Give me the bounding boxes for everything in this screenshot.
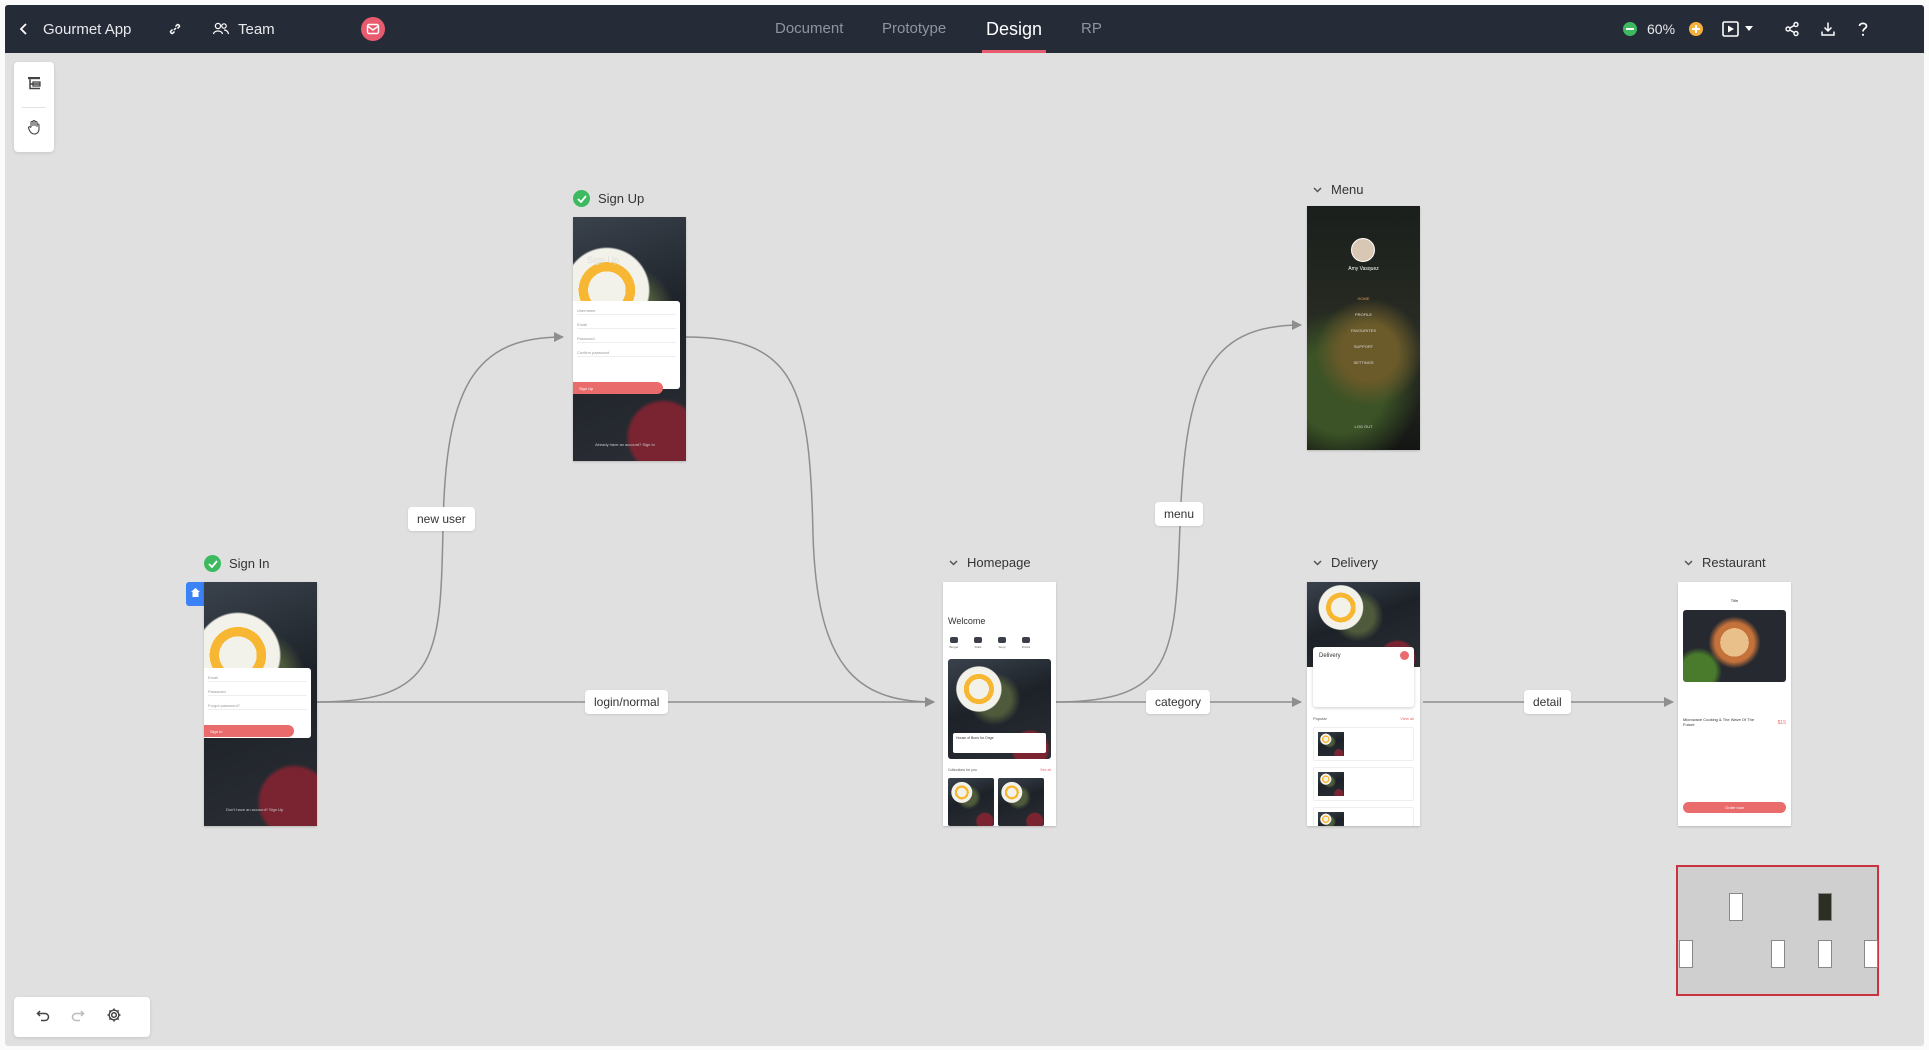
- restaurant-image: [1683, 610, 1786, 682]
- screen-thumbnail-menu[interactable]: Amy Vasquez HOME PROFILE FAVOURITES SUPP…: [1307, 206, 1420, 450]
- form-field: Password: [208, 682, 307, 696]
- minimap-frame: [1771, 940, 1785, 968]
- menu-logout: LOG OUT: [1354, 424, 1373, 429]
- signup-footer: Already have an account? Sign In: [595, 442, 655, 447]
- homepage-welcome: Welcome: [948, 616, 986, 626]
- restaurant-price: $15: [1777, 720, 1786, 726]
- chevron-down-icon: [947, 559, 959, 566]
- screen-thumbnail-homepage[interactable]: Welcome Burger Rolls Soup Drinks House o…: [943, 582, 1056, 826]
- signup-button: Sign Up: [573, 382, 663, 394]
- menu-user-name: Amy Vasquez: [1348, 266, 1379, 272]
- check-icon: [204, 555, 221, 572]
- signup-form: Username Email Password Confirm password: [573, 301, 680, 389]
- menu-item: PROFILE: [1354, 312, 1373, 317]
- list-item: [1313, 807, 1414, 826]
- screen-title-label: Restaurant: [1702, 555, 1766, 570]
- signup-heading: Sign Up: [587, 255, 620, 265]
- connector-label-category[interactable]: category: [1146, 690, 1211, 714]
- form-field: Email: [208, 668, 307, 682]
- close-icon: [1400, 651, 1409, 660]
- minimap-frame: [1729, 893, 1743, 921]
- signin-footer: Don't have an account? Sign Up: [226, 807, 284, 812]
- menu-item: SUPPORT: [1353, 344, 1374, 349]
- collection-image: [948, 778, 994, 826]
- homepage-hero-image: House of Buns for Onge: [948, 659, 1051, 759]
- form-field: Forgot password?: [208, 696, 307, 710]
- connector-signup-homepage[interactable]: [684, 336, 935, 707]
- restaurant-dish: Microwave Cooking & The Wave Of The Futu…: [1683, 717, 1755, 727]
- delivery-view-all: View all: [1400, 716, 1414, 721]
- hero-card: House of Buns for Onge: [953, 733, 1046, 753]
- homepage-see-all: See all: [1040, 768, 1051, 772]
- check-icon: [573, 190, 590, 207]
- redo-icon: [71, 1008, 85, 1027]
- screen-title-label: Menu: [1331, 182, 1364, 197]
- screen-title-label: Homepage: [967, 555, 1031, 570]
- screen-thumbnail-restaurant[interactable]: Title Microwave Cooking & The Wave Of Th…: [1678, 582, 1791, 826]
- settings-button[interactable]: [105, 1008, 123, 1026]
- app-window: Gourmet App Team Document Prototype Desi…: [5, 5, 1924, 1046]
- screen-title-label: Delivery: [1331, 555, 1378, 570]
- screen-title-restaurant[interactable]: Restaurant: [1682, 555, 1766, 570]
- screen-title-signin[interactable]: Sign In: [204, 555, 269, 572]
- undo-icon: [36, 1008, 50, 1027]
- minimap-frame: [1679, 940, 1693, 968]
- chevron-down-icon: [1311, 186, 1323, 193]
- bottom-toolbar: [14, 997, 150, 1037]
- connector-label-login[interactable]: login/normal: [585, 690, 669, 714]
- list-item: [1313, 767, 1414, 801]
- form-field: Email: [577, 315, 676, 329]
- chevron-down-icon: [1311, 559, 1323, 566]
- screen-thumbnail-signup[interactable]: Sign Up Username Email Password Confirm …: [573, 217, 686, 461]
- flow-connectors: [316, 320, 1674, 707]
- restaurant-header: Title: [1730, 598, 1739, 603]
- minimap-frame: [1818, 940, 1832, 968]
- signin-button: Sign In: [204, 725, 294, 737]
- delivery-popular: Popular: [1313, 716, 1327, 721]
- homepage-section: Collections for you: [948, 768, 977, 772]
- form-field: Password: [577, 329, 676, 343]
- gear-icon: [106, 1007, 122, 1028]
- screen-title-menu[interactable]: Menu: [1311, 182, 1364, 197]
- category-item: Drinks: [1021, 637, 1031, 649]
- screen-title-label: Sign Up: [598, 191, 645, 206]
- screen-title-delivery[interactable]: Delivery: [1311, 555, 1378, 570]
- menu-item: HOME: [1357, 296, 1370, 301]
- undo-button[interactable]: [34, 1008, 52, 1026]
- delivery-card-title: Delivery: [1319, 653, 1341, 659]
- connector-label-menu[interactable]: menu: [1155, 502, 1204, 526]
- minimap[interactable]: [1676, 865, 1879, 996]
- home-marker[interactable]: [186, 582, 204, 606]
- screen-thumbnail-signin[interactable]: Email Password Forgot password? Sign In …: [204, 582, 317, 826]
- collection-image: [998, 778, 1044, 826]
- restaurant-order-button: Order now: [1683, 802, 1786, 813]
- category-item: Rolls: [973, 637, 983, 649]
- menu-avatar: [1351, 238, 1375, 262]
- category-item: Burger: [949, 637, 959, 649]
- screen-title-label: Sign In: [229, 556, 270, 571]
- form-field: Username: [577, 301, 676, 315]
- list-item: [1313, 727, 1414, 761]
- homepage-categories: Burger Rolls Soup Drinks: [949, 637, 1031, 649]
- chevron-down-icon: [1682, 559, 1694, 566]
- delivery-card: Delivery: [1313, 647, 1414, 707]
- form-field: Confirm password: [577, 343, 676, 357]
- minimap-frame: [1864, 940, 1878, 968]
- minimap-frame: [1818, 893, 1832, 921]
- connector-label-new-user[interactable]: new user: [408, 507, 475, 531]
- menu-item: FAVOURITES: [1350, 328, 1377, 333]
- menu-item: SETTINGS: [1353, 360, 1374, 365]
- home-icon: [190, 585, 201, 603]
- category-item: Soup: [997, 637, 1007, 649]
- screen-title-signup[interactable]: Sign Up: [573, 190, 644, 207]
- connector-label-detail[interactable]: detail: [1524, 690, 1571, 714]
- screen-title-homepage[interactable]: Homepage: [947, 555, 1031, 570]
- redo-button[interactable]: [69, 1008, 87, 1026]
- screen-thumbnail-delivery[interactable]: Delivery Popular View all: [1307, 582, 1420, 826]
